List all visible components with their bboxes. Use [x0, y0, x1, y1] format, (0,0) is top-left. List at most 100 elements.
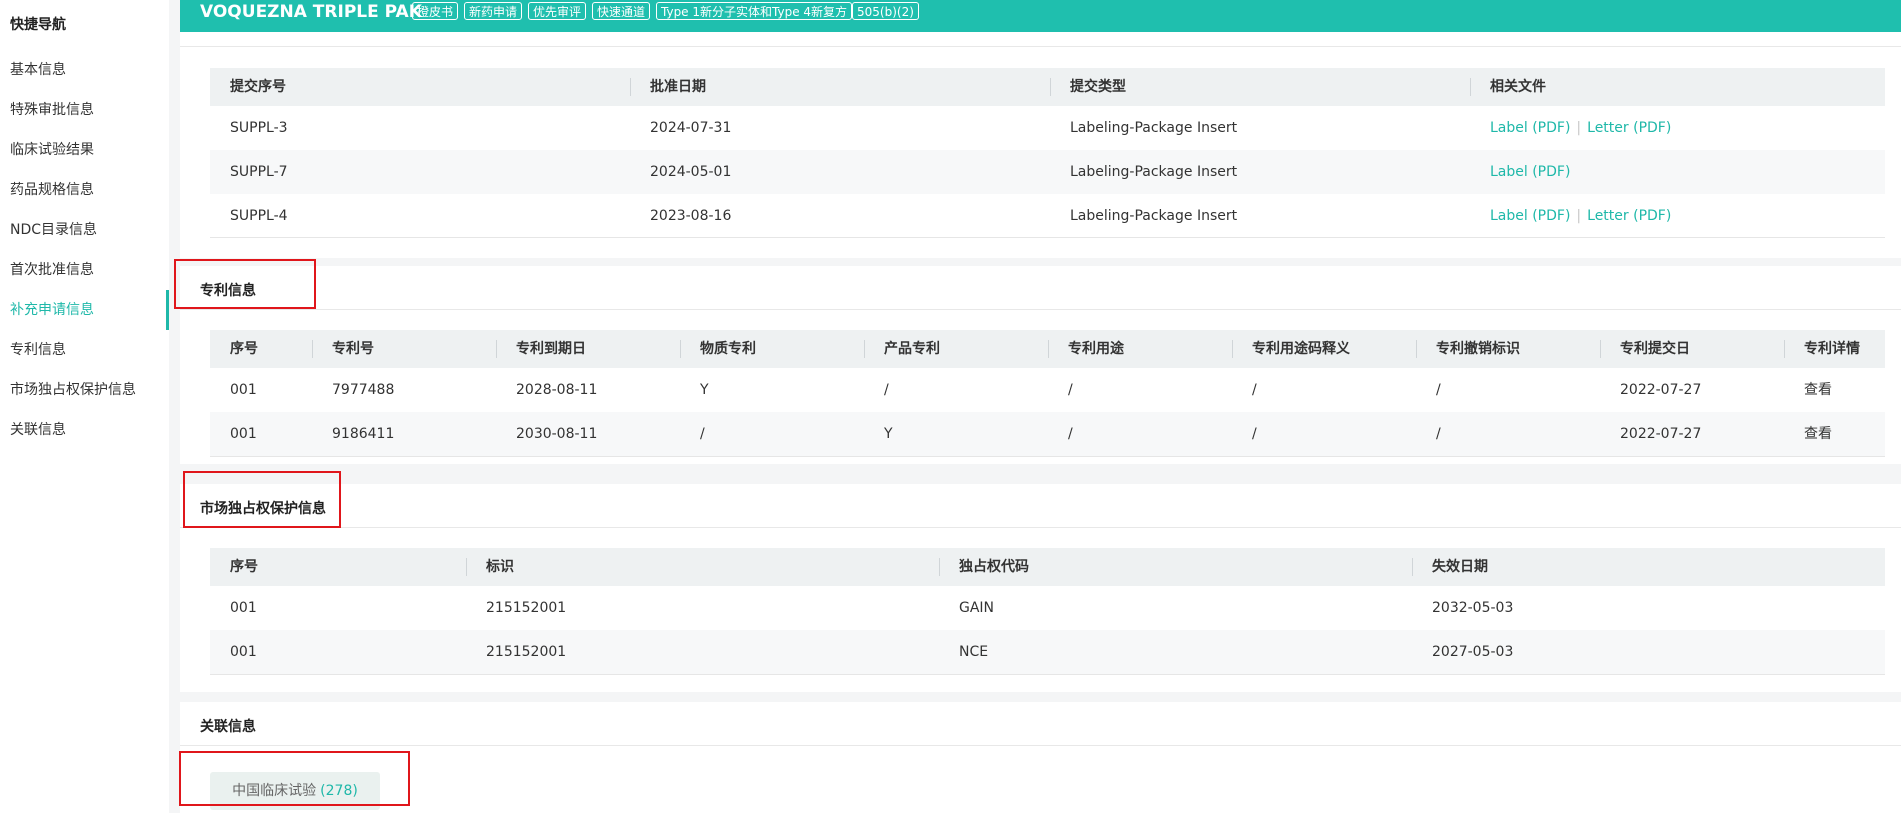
table-row: SUPPL-4 2023-08-16 Labeling-Package Inse…: [210, 194, 1885, 238]
table-row: 001 215152001 NCE 2027-05-03: [210, 630, 1885, 674]
submission-date: 2022-07-27: [1620, 426, 1702, 442]
view-patent-link[interactable]: 查看: [1784, 368, 1832, 412]
highlight-box: [174, 259, 316, 309]
label-pdf-link[interactable]: Label (PDF): [1490, 164, 1570, 180]
column-header: 序号: [230, 341, 258, 357]
column-header: 专利用途: [1048, 330, 1232, 368]
sidebar-item-drug-specs[interactable]: 药品规格信息: [10, 174, 169, 206]
divider: [180, 745, 1901, 746]
label-pdf-link[interactable]: Label (PDF): [1490, 208, 1570, 224]
patent-seq: 001: [230, 426, 257, 442]
exclusivity-card: 市场独占权保护信息 序号 标识 独占权代码 失效日期 001 215152001…: [180, 484, 1901, 692]
column-header: 专利提交日: [1600, 330, 1784, 368]
column-header: 专利号: [312, 330, 496, 368]
use-code-definition: /: [1252, 382, 1257, 398]
label-pdf-link[interactable]: Label (PDF): [1490, 120, 1570, 136]
table-row: SUPPL-3 2024-07-31 Labeling-Package Inse…: [210, 106, 1885, 150]
delist-flag: /: [1436, 382, 1441, 398]
letter-pdf-link[interactable]: Letter (PDF): [1587, 208, 1671, 224]
table-row: SUPPL-7 2024-05-01 Labeling-Package Inse…: [210, 150, 1885, 194]
sidebar-item-ndc-directory[interactable]: NDC目录信息: [10, 214, 169, 246]
sidebar-item-related-info[interactable]: 关联信息: [10, 414, 169, 446]
drug-header: VOQUEZNA TRIPLE PAK 橙皮书 新药申请 优先审评 快速通道 T…: [180, 0, 1901, 32]
table-row: 001 215152001 GAIN 2032-05-03: [210, 586, 1885, 630]
column-header: 提交类型: [1050, 68, 1470, 106]
highlight-box: [183, 471, 341, 528]
column-header: 失效日期: [1412, 548, 1885, 586]
supplements-card: 提交序号 批准日期 提交类型 相关文件 SUPPL-3 2024-07-31 L…: [180, 32, 1901, 258]
exclusivity-seq: 001: [230, 644, 257, 660]
tag-505b2: 505(b)(2): [852, 2, 919, 20]
expiry-date: 2032-05-03: [1432, 600, 1514, 616]
submission-id: SUPPL-4: [230, 208, 288, 224]
sidebar-title: 快捷导航: [10, 17, 66, 33]
sidebar-item-patents[interactable]: 专利信息: [10, 334, 169, 366]
exclusivity-table: 序号 标识 独占权代码 失效日期 001 215152001 GAIN 2032…: [210, 548, 1885, 675]
row-divider: [210, 674, 1885, 675]
patent-expiry: 2030-08-11: [516, 426, 598, 442]
table-header: 提交序号 批准日期 提交类型 相关文件: [210, 68, 1885, 106]
sidebar-item-special-approval[interactable]: 特殊审批信息: [10, 94, 169, 126]
column-header: 相关文件: [1470, 68, 1885, 106]
submission-type: Labeling-Package Insert: [1070, 120, 1238, 136]
supplements-table: 提交序号 批准日期 提交类型 相关文件 SUPPL-3 2024-07-31 L…: [210, 68, 1885, 238]
exclusivity-identifier: 215152001: [486, 644, 567, 660]
letter-pdf-link[interactable]: Letter (PDF): [1587, 120, 1671, 136]
column-header: 标识: [466, 548, 939, 586]
main-content: VOQUEZNA TRIPLE PAK 橙皮书 新药申请 优先审评 快速通道 T…: [170, 0, 1901, 813]
submission-id: SUPPL-3: [230, 120, 288, 136]
submission-date: 2022-07-27: [1620, 382, 1702, 398]
related-card: 关联信息 中国临床试验 (278): [180, 702, 1901, 813]
product-patent: /: [884, 382, 889, 398]
section-title-related: 关联信息: [200, 719, 256, 735]
sidebar-item-market-exclusivity[interactable]: 市场独占权保护信息: [10, 374, 169, 406]
exclusivity-code: GAIN: [959, 600, 995, 616]
column-header: 独占权代码: [939, 548, 1412, 586]
column-header: 提交序号: [230, 79, 286, 95]
table-row: 001 9186411 2030-08-11 / Y / / / 2022-07…: [210, 412, 1885, 456]
substance-patent: Y: [700, 382, 709, 398]
submission-id: SUPPL-7: [230, 164, 288, 180]
table-row: 001 7977488 2028-08-11 Y / / / / 2022-07…: [210, 368, 1885, 412]
product-patent: Y: [884, 426, 893, 442]
sidebar-item-supplements[interactable]: 补充申请信息: [10, 290, 169, 330]
tag-fast-track: 快速通道: [592, 2, 651, 20]
column-header: 物质专利: [680, 330, 864, 368]
sidebar-item-clinical-results[interactable]: 临床试验结果: [10, 134, 169, 166]
sidebar-item-basic-info[interactable]: 基本信息: [10, 54, 169, 86]
patent-use: /: [1068, 382, 1073, 398]
column-header: 专利撤销标识: [1416, 330, 1600, 368]
exclusivity-seq: 001: [230, 600, 257, 616]
related-files: Label (PDF): [1470, 150, 1570, 194]
related-files: Label (PDF) | Letter (PDF): [1470, 194, 1671, 238]
column-header: 产品专利: [864, 330, 1048, 368]
submission-type: Labeling-Package Insert: [1070, 208, 1238, 224]
exclusivity-identifier: 215152001: [486, 600, 567, 616]
patent-table: 序号 专利号 专利到期日 物质专利 产品专利 专利用途 专利用途码释义 专利撤销…: [210, 330, 1885, 457]
approval-date: 2024-07-31: [650, 120, 732, 136]
link-separator: |: [1576, 120, 1582, 136]
use-code-definition: /: [1252, 426, 1257, 442]
column-header: 批准日期: [630, 68, 1050, 106]
view-patent-link[interactable]: 查看: [1784, 412, 1832, 456]
table-header: 序号 标识 独占权代码 失效日期: [210, 548, 1885, 586]
divider: [180, 309, 1901, 310]
sidebar-item-first-approval[interactable]: 首次批准信息: [10, 254, 169, 286]
column-header: 专利详情: [1784, 330, 1885, 368]
approval-date: 2024-05-01: [650, 164, 732, 180]
patent-seq: 001: [230, 382, 257, 398]
patent-card: 专利信息 序号 专利号 专利到期日 物质专利 产品专利 专利用途 专利用途码释义…: [180, 266, 1901, 464]
patent-use: /: [1068, 426, 1073, 442]
related-files: Label (PDF) | Letter (PDF): [1470, 106, 1671, 150]
link-separator: |: [1576, 208, 1582, 224]
exclusivity-code: NCE: [959, 644, 989, 660]
patent-number: 9186411: [332, 426, 395, 442]
delist-flag: /: [1436, 426, 1441, 442]
divider: [180, 527, 1901, 528]
submission-type: Labeling-Package Insert: [1070, 164, 1238, 180]
row-divider: [210, 237, 1885, 238]
tag-nda: 新药申请: [464, 2, 523, 20]
divider: [180, 46, 1901, 47]
column-header: 专利用途码释义: [1232, 330, 1416, 368]
column-header: 专利到期日: [496, 330, 680, 368]
